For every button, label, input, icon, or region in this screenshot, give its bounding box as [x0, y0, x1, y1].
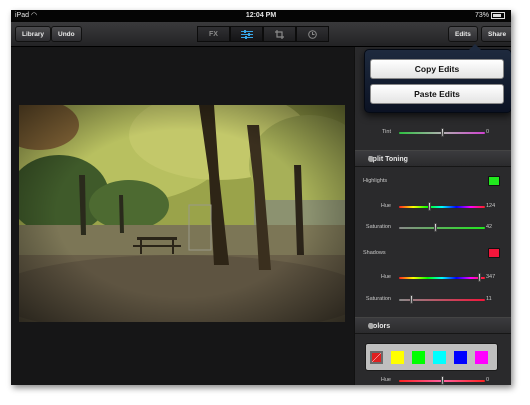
- highlights-label: Highlights: [363, 178, 388, 184]
- status-time: 12:04 PM: [245, 12, 277, 19]
- colors-reset-dot-icon[interactable]: [368, 323, 374, 329]
- color-swatch-yellow[interactable]: [391, 351, 404, 364]
- colors-hue-thumb[interactable]: [441, 376, 444, 385]
- color-swatch-magenta[interactable]: [475, 351, 488, 364]
- split-toning-title: Split Toning: [368, 156, 408, 163]
- paste-edits-button[interactable]: Paste Edits: [370, 84, 504, 104]
- shadows-saturation-label: Saturation: [365, 296, 391, 302]
- color-swatch-green[interactable]: [412, 351, 425, 364]
- photo-canvas[interactable]: [11, 47, 354, 385]
- highlights-color-swatch[interactable]: [488, 176, 500, 186]
- colors-hue-label: Hue: [380, 377, 391, 383]
- shadows-hue-thumb[interactable]: [478, 273, 481, 282]
- tint-slider-thumb[interactable]: [441, 128, 444, 137]
- library-button[interactable]: Library: [15, 26, 52, 42]
- shadows-label: Shadows: [363, 250, 386, 256]
- shadows-hue-label: Hue: [380, 274, 391, 280]
- tab-adjust[interactable]: [230, 26, 263, 42]
- tint-label: Tint: [382, 129, 391, 135]
- clock-icon: [308, 29, 317, 39]
- shadows-color-swatch[interactable]: [488, 248, 500, 258]
- edited-photo[interactable]: [19, 105, 345, 322]
- shadows-saturation-value: 11: [486, 296, 492, 302]
- edits-button[interactable]: Edits: [448, 26, 478, 42]
- shadows-hue-slider[interactable]: [399, 277, 485, 279]
- copy-edits-button[interactable]: Copy Edits: [370, 59, 504, 79]
- share-button[interactable]: Share: [481, 26, 511, 42]
- split-toning-header[interactable]: Split Toning: [355, 150, 511, 167]
- highlights-hue-slider[interactable]: [399, 206, 485, 208]
- tab-fx[interactable]: FX: [197, 26, 230, 42]
- highlights-saturation-value: 42: [486, 224, 493, 230]
- shadows-saturation-thumb[interactable]: [410, 295, 413, 304]
- tool-tabs: FX: [197, 26, 329, 42]
- highlights-saturation-slider[interactable]: [399, 227, 485, 229]
- color-swatch-picker: [365, 343, 498, 371]
- colors-hue-value: 0: [486, 377, 490, 383]
- color-swatch-red[interactable]: [370, 351, 383, 364]
- tint-value: 0: [486, 129, 490, 135]
- highlights-hue-value: 124: [486, 203, 496, 209]
- status-bar: iPad ◠ 12:04 PM 73%: [11, 10, 511, 22]
- reset-dot-icon[interactable]: [368, 156, 374, 162]
- battery-indicator: 73%: [475, 10, 505, 22]
- battery-icon: [491, 11, 505, 19]
- app-window: iPad ◠ 12:04 PM 73% Library Undo FX Edit…: [11, 10, 511, 385]
- park-photo-image: [19, 105, 345, 322]
- highlights-saturation-label: Saturation: [365, 224, 391, 230]
- undo-button[interactable]: Undo: [51, 26, 82, 42]
- sliders-icon: [240, 29, 253, 39]
- tab-history[interactable]: [296, 26, 329, 42]
- highlights-hue-thumb[interactable]: [428, 202, 431, 211]
- color-swatch-cyan[interactable]: [433, 351, 446, 364]
- edits-popover: Copy Edits Paste Edits: [364, 44, 511, 113]
- highlights-hue-label: Hue: [380, 203, 391, 209]
- toolbar: Library Undo FX Edits Share: [11, 22, 511, 47]
- highlights-saturation-thumb[interactable]: [434, 223, 437, 232]
- color-swatch-blue[interactable]: [454, 351, 467, 364]
- colors-header[interactable]: Colors: [355, 317, 511, 334]
- crop-icon: [275, 29, 284, 39]
- tab-crop[interactable]: [263, 26, 296, 42]
- shadows-hue-value: 347: [486, 274, 496, 280]
